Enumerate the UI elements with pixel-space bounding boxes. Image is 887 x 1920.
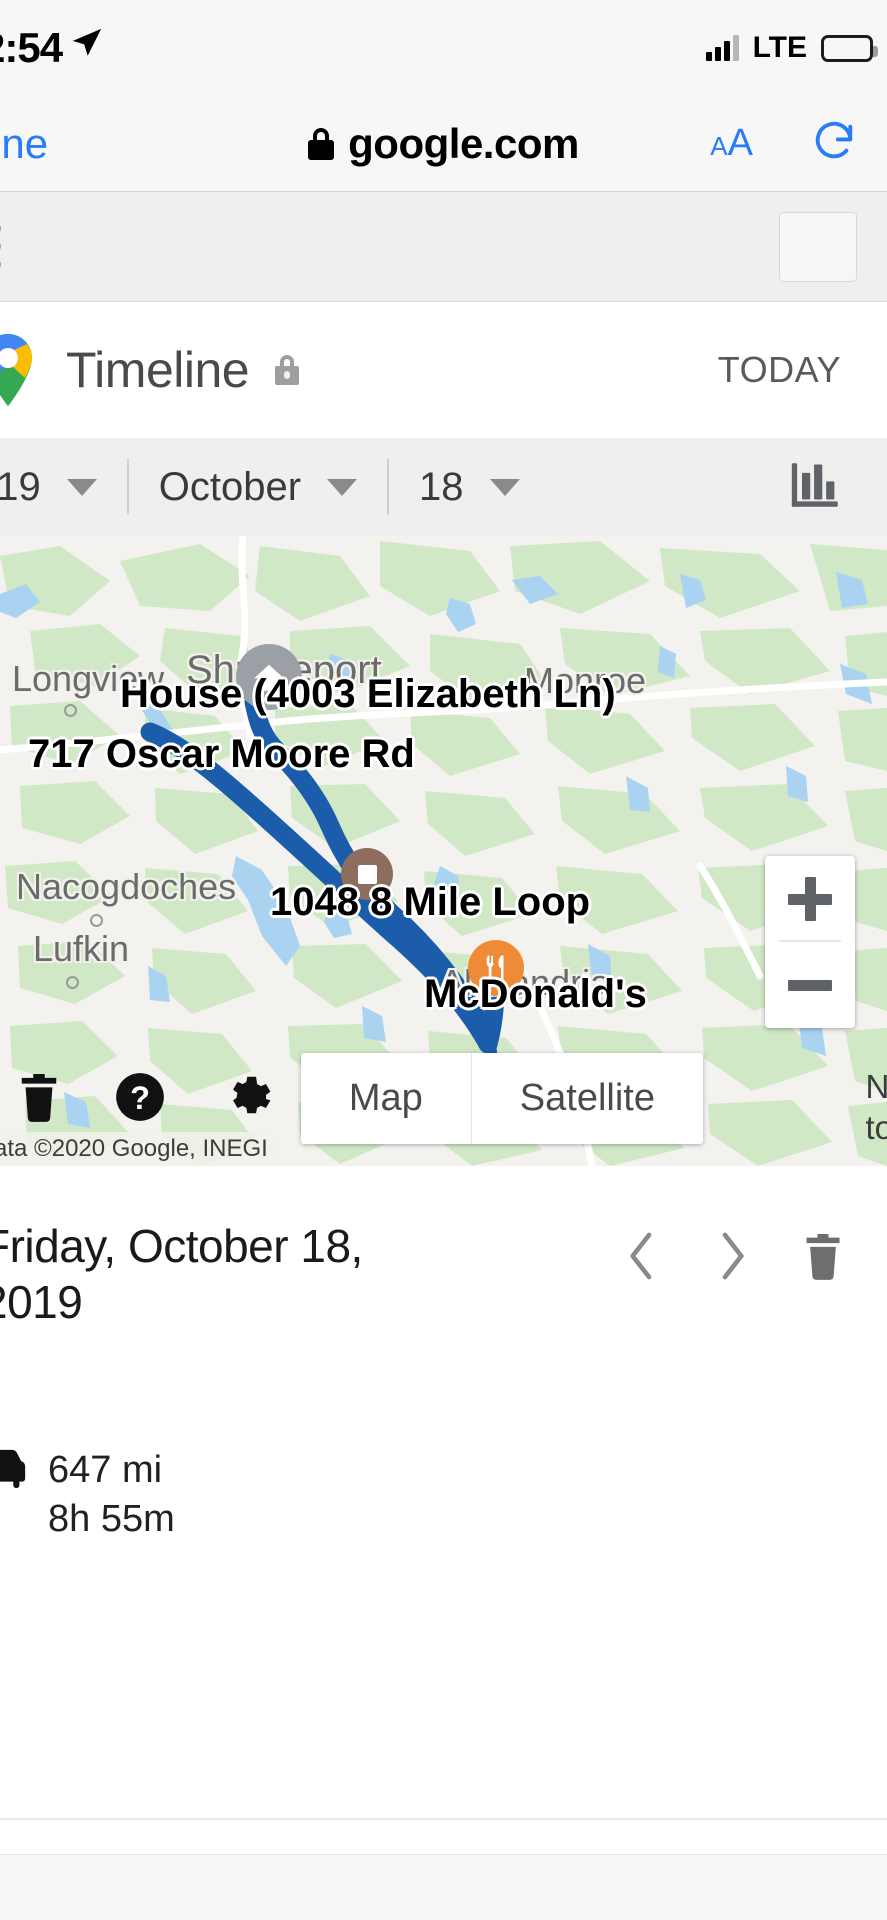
settings-icon[interactable] [218, 1070, 272, 1124]
map-attribution: ata ©2020 Google, INEGI [0, 1132, 276, 1166]
panel-separator [0, 1818, 887, 1820]
page-top-chrome [0, 192, 887, 302]
google-maps-pin-icon [0, 332, 38, 408]
place-label-oscar-moore: 717 Oscar Moore Rd [28, 732, 415, 776]
lock-icon [308, 127, 335, 160]
day-header: Friday, October 18, 2019 [0, 1218, 887, 1330]
place-label-mcdonalds: McDonald's [424, 972, 647, 1016]
chevron-down-icon [489, 478, 520, 496]
help-icon[interactable]: ? [114, 1071, 166, 1123]
status-clock: 2:54 [0, 24, 63, 71]
minus-icon [788, 979, 832, 991]
distance-value: 647 mi [48, 1449, 163, 1491]
today-button[interactable]: TODAY [718, 349, 841, 391]
year-dropdown[interactable]: 019 [0, 438, 97, 536]
day-date-line2: 2019 [0, 1276, 83, 1329]
battery-icon [821, 34, 878, 62]
svg-text:?: ? [130, 1080, 150, 1116]
day-travel-summary: 647 mi 8h 55m [0, 1446, 887, 1543]
city-label: Lufkin [33, 928, 130, 969]
network-type-label: LTE [752, 31, 807, 64]
map-tool-row: ? [16, 1070, 272, 1124]
day-value: 18 [419, 464, 464, 509]
day-date-line1: Friday, October 18, [0, 1220, 363, 1272]
city-label: Nacogdoches [16, 866, 237, 907]
city-dot [66, 976, 79, 989]
chevron-right-icon[interactable] [711, 1228, 753, 1289]
url-display[interactable]: google.com [0, 120, 887, 168]
location-arrow-icon [70, 22, 104, 70]
delete-icon[interactable] [801, 1229, 845, 1288]
day-nav-controls [621, 1218, 845, 1289]
safari-address-bar[interactable]: one google.com AA [0, 96, 887, 192]
status-left-group: 2:54 [0, 24, 104, 72]
chevron-down-icon [327, 478, 358, 496]
city-dot [90, 914, 103, 927]
travel-stats: 647 mi 8h 55m [48, 1446, 175, 1543]
zoom-out-button[interactable] [765, 942, 855, 1028]
zoom-in-button[interactable] [765, 856, 855, 942]
city-dot [64, 704, 77, 717]
divider [387, 459, 390, 515]
map-terms-text[interactable]: N to [865, 1066, 887, 1149]
lock-icon [275, 355, 300, 385]
timeline-header: Timeline TODAY [0, 302, 887, 438]
day-detail-panel: Friday, October 18, 2019 [0, 1166, 887, 1920]
car-icon [0, 1446, 34, 1497]
chevron-down-icon [66, 478, 97, 496]
map-type-map-button[interactable]: Map [301, 1053, 472, 1144]
account-box[interactable] [779, 211, 857, 282]
ios-status-bar: 2:54 LTE [0, 0, 887, 96]
status-right-group: LTE [705, 31, 878, 65]
date-selector-bar: 019 October 18 [0, 438, 887, 536]
cellular-signal-icon [705, 35, 739, 61]
year-value: 019 [0, 464, 41, 509]
map-terms-line1: N [865, 1067, 887, 1105]
map-type-satellite-button[interactable]: Satellite [472, 1053, 703, 1144]
url-text: google.com [348, 119, 579, 167]
divider [126, 459, 129, 515]
page-title: Timeline [66, 342, 250, 398]
month-dropdown[interactable]: October [158, 438, 358, 536]
phone-screen: 2:54 LTE one google.com AA [0, 0, 887, 1920]
duration-value: 8h 55m [48, 1497, 175, 1540]
bar-chart-icon[interactable] [787, 456, 845, 519]
map-terms-line2: to [865, 1108, 887, 1146]
chevron-left-icon[interactable] [621, 1228, 663, 1289]
day-dropdown[interactable]: 18 [419, 438, 520, 536]
panel-footer-strip [0, 1854, 887, 1920]
day-date-title: Friday, October 18, 2019 [0, 1218, 363, 1330]
map-canvas[interactable]: Longview Shreveport Monroe Nacogdoches L… [0, 536, 887, 1166]
map-type-switcher: Map Satellite [300, 1053, 703, 1144]
map-zoom-control [765, 856, 855, 1028]
delete-icon[interactable] [16, 1072, 62, 1122]
place-label-8-mile-loop: 1048 8 Mile Loop [270, 880, 591, 924]
place-label-home: House (4003 Elizabeth Ln) [120, 672, 616, 716]
month-value: October [158, 464, 302, 509]
hamburger-menu-icon[interactable] [0, 223, 1, 270]
